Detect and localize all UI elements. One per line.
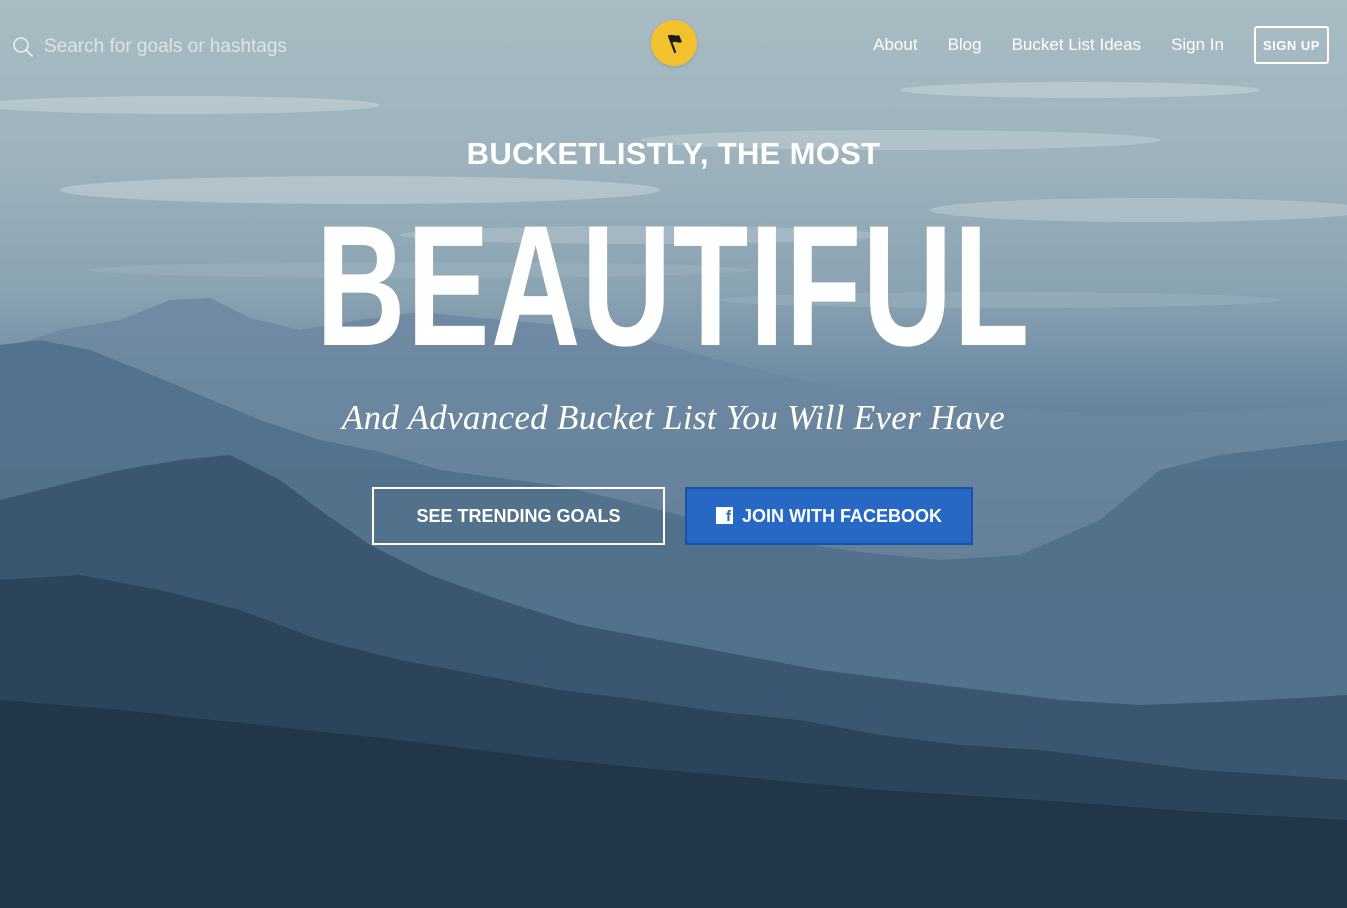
hero-kicker: BUCKETLISTLY, THE MOST <box>466 136 881 171</box>
search-icon[interactable] <box>12 36 34 58</box>
nav-link-sign-in[interactable]: Sign In <box>1171 35 1224 55</box>
join-with-facebook-button[interactable]: f JOIN WITH FACEBOOK <box>685 487 973 545</box>
search-input[interactable] <box>42 32 366 62</box>
flag-icon <box>667 34 682 54</box>
search-box <box>12 32 372 62</box>
nav-link-bucket-list-ideas[interactable]: Bucket List Ideas <box>1012 35 1141 55</box>
logo[interactable] <box>651 20 697 66</box>
cta-buttons: SEE TRENDING GOALS f JOIN WITH FACEBOOK <box>372 487 974 545</box>
top-navigation-bar: About Blog Bucket List Ideas Sign In SIG… <box>0 0 1347 90</box>
hero-tagline: And Advanced Bucket List You Will Ever H… <box>341 398 1006 437</box>
join-with-facebook-label: JOIN WITH FACEBOOK <box>741 505 942 526</box>
nav-link-about[interactable]: About <box>873 35 917 55</box>
see-trending-goals-button[interactable]: SEE TRENDING GOALS <box>372 487 665 545</box>
facebook-icon: f <box>715 506 733 524</box>
hero-headline: BEAUTIFUL <box>316 190 1031 382</box>
hero-section: About Blog Bucket List Ideas Sign In SIG… <box>0 0 1347 908</box>
sign-up-button[interactable]: SIGN UP <box>1254 26 1329 64</box>
main-nav: About Blog Bucket List Ideas Sign In SIG… <box>873 24 1329 66</box>
nav-link-blog[interactable]: Blog <box>948 35 982 55</box>
